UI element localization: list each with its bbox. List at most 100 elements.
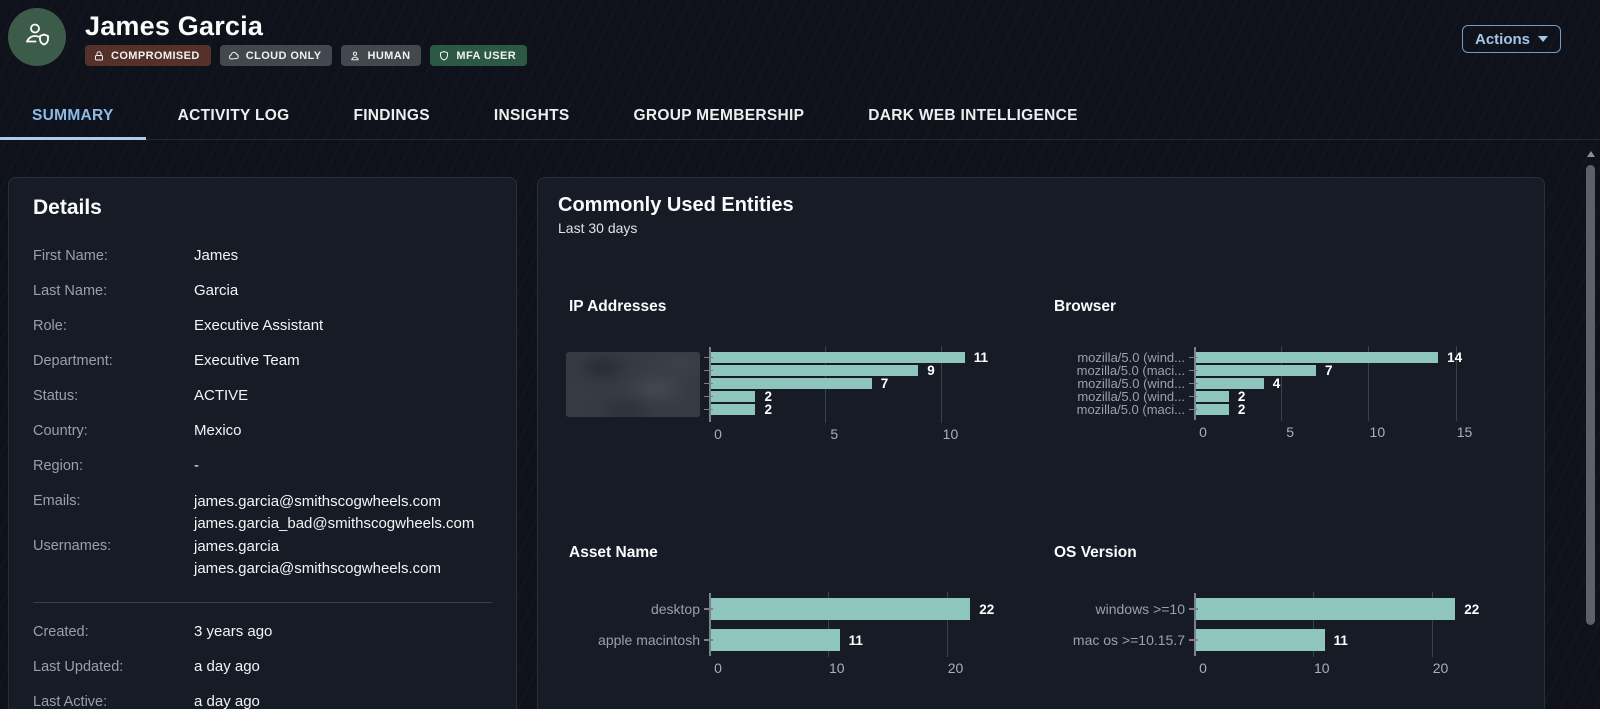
detail-row-last-name: Last Name:Garcia: [33, 281, 492, 301]
bar: [709, 629, 840, 651]
detail-label: Country:: [33, 421, 194, 441]
category-label: mozilla/5.0 (wind...: [1054, 391, 1185, 402]
chart-title: OS Version: [1054, 544, 1509, 562]
person-icon: [349, 50, 361, 62]
chart-body: desktop apple macintosh 2211: [569, 598, 1054, 651]
detail-row-emails: Emails:james.garcia@smithscogwheels.comj…: [33, 491, 492, 535]
detail-label: Last Updated:: [33, 657, 194, 677]
detail-value: James: [194, 246, 238, 266]
bar-value-label: 9: [927, 363, 935, 378]
detail-label: Usernames:: [33, 536, 194, 580]
category-label: windows >=10: [1054, 598, 1185, 620]
category-label: mac os >=10.15.7: [1054, 629, 1185, 651]
chart-title: IP Addresses: [569, 298, 1054, 316]
chart-plot: 119722: [709, 352, 981, 417]
detail-value: Executive Team: [194, 351, 300, 371]
bars: 147422: [1194, 352, 1466, 415]
bars: 2211: [1194, 598, 1466, 651]
scroll-up-arrow-icon[interactable]: [1587, 151, 1595, 157]
badge-label: COMPROMISED: [111, 50, 200, 62]
chart-title: Browser: [1054, 298, 1509, 316]
cloud-icon: [228, 50, 240, 62]
scrollbar-thumb[interactable]: [1586, 165, 1595, 625]
chart-labels: mozilla/5.0 (wind... mozilla/5.0 (maci...…: [1054, 352, 1194, 415]
detail-value: Mexico: [194, 421, 242, 441]
detail-values: Mexico: [194, 421, 242, 441]
bar-value-label: 7: [881, 376, 889, 391]
detail-values: -: [194, 456, 199, 476]
detail-value: a day ago: [194, 657, 260, 677]
detail-label: Department:: [33, 351, 194, 371]
detail-value: james.garcia@smithscogwheels.com: [194, 558, 441, 580]
tab-summary[interactable]: SUMMARY: [0, 93, 146, 139]
details-card: Details First Name:JamesLast Name:Garcia…: [8, 177, 517, 709]
chart-ip-addresses: IP Addresses1197220510: [569, 298, 1054, 444]
chart-plot: 2211: [1194, 598, 1466, 651]
chart-browser: Browsermozilla/5.0 (wind...mozilla/5.0 (…: [1054, 298, 1509, 444]
detail-label: Last Active:: [33, 692, 194, 709]
bar-value-label: 2: [764, 402, 772, 417]
actions-button[interactable]: Actions: [1462, 25, 1561, 53]
bar-row: 11: [1194, 629, 1466, 651]
tab-group-membership[interactable]: GROUP MEMBERSHIP: [602, 93, 837, 139]
chart-plot: 2211: [709, 598, 981, 651]
detail-row-status: Status:ACTIVE: [33, 386, 492, 406]
badge-mfa-user: MFA USER: [430, 45, 527, 66]
badge-compromised: COMPROMISED: [85, 45, 211, 66]
detail-label: Role:: [33, 316, 194, 336]
user-shield-icon: [21, 19, 53, 56]
bar-row: 2: [1194, 404, 1466, 415]
axis-tick-label: 0: [1199, 424, 1207, 440]
tab-activity-log[interactable]: ACTIVITY LOG: [146, 93, 322, 139]
detail-values: Garcia: [194, 281, 238, 301]
category-label: desktop: [569, 598, 700, 620]
bar-row: 2: [709, 391, 981, 402]
bar-value-label: 14: [1447, 350, 1462, 365]
axis-tick-label: 10: [1314, 660, 1330, 676]
bar-value-label: 11: [1334, 633, 1348, 648]
detail-values: james.garcia@smithscogwheels.comjames.ga…: [194, 491, 474, 535]
x-axis: 051015: [1203, 424, 1475, 442]
bar-row: 2: [1194, 391, 1466, 402]
category-label: apple macintosh: [569, 629, 700, 651]
bar-row: 14: [1194, 352, 1466, 363]
bar-row: 11: [709, 352, 981, 363]
detail-label: First Name:: [33, 246, 194, 266]
tab-dark-web-intelligence[interactable]: DARK WEB INTELLIGENCE: [836, 93, 1110, 139]
category-label: mozilla/5.0 (maci...: [1054, 365, 1185, 376]
bar-value-label: 4: [1273, 376, 1281, 391]
badge-label: MFA USER: [456, 50, 516, 62]
detail-values: a day ago: [194, 692, 260, 709]
detail-label: Status:: [33, 386, 194, 406]
axis-tick-label: 5: [1286, 424, 1294, 440]
axis-tick-label: 5: [830, 426, 838, 442]
bar-row: 7: [1194, 365, 1466, 376]
detail-value: Garcia: [194, 281, 238, 301]
tab-insights[interactable]: INSIGHTS: [462, 93, 602, 139]
detail-value: james.garcia_bad@smithscogwheels.com: [194, 513, 474, 535]
vertical-scrollbar: [1583, 141, 1600, 709]
bar-row: 2: [709, 404, 981, 415]
detail-value: james.garcia: [194, 536, 441, 558]
bar: [1194, 391, 1229, 402]
detail-label: Last Name:: [33, 281, 194, 301]
detail-values: ACTIVE: [194, 386, 248, 406]
redacted-labels-blur: [566, 352, 700, 417]
bar-value-label: 11: [974, 350, 988, 365]
chart-asset-name: Asset Namedesktopapple macintosh22110102…: [569, 544, 1054, 678]
bar: [1194, 378, 1264, 389]
chart-labels: windows >=10 mac os >=10.15.7: [1054, 598, 1194, 651]
detail-value: a day ago: [194, 692, 260, 709]
detail-row-last-updated: Last Updated:a day ago: [33, 657, 492, 677]
axis-tick-label: 20: [948, 660, 964, 676]
detail-values: james.garciajames.garcia@smithscogwheels…: [194, 536, 441, 580]
detail-row-created: Created:3 years ago: [33, 622, 492, 642]
detail-row-usernames: Usernames:james.garciajames.garcia@smith…: [33, 536, 492, 580]
detail-row-role: Role:Executive Assistant: [33, 316, 492, 336]
badge-label: CLOUD ONLY: [246, 50, 322, 62]
bars: 119722: [709, 352, 981, 415]
tab-findings[interactable]: FINDINGS: [321, 93, 461, 139]
detail-value: ACTIVE: [194, 386, 248, 406]
detail-values: 3 years ago: [194, 622, 272, 642]
detail-values: Executive Assistant: [194, 316, 323, 336]
